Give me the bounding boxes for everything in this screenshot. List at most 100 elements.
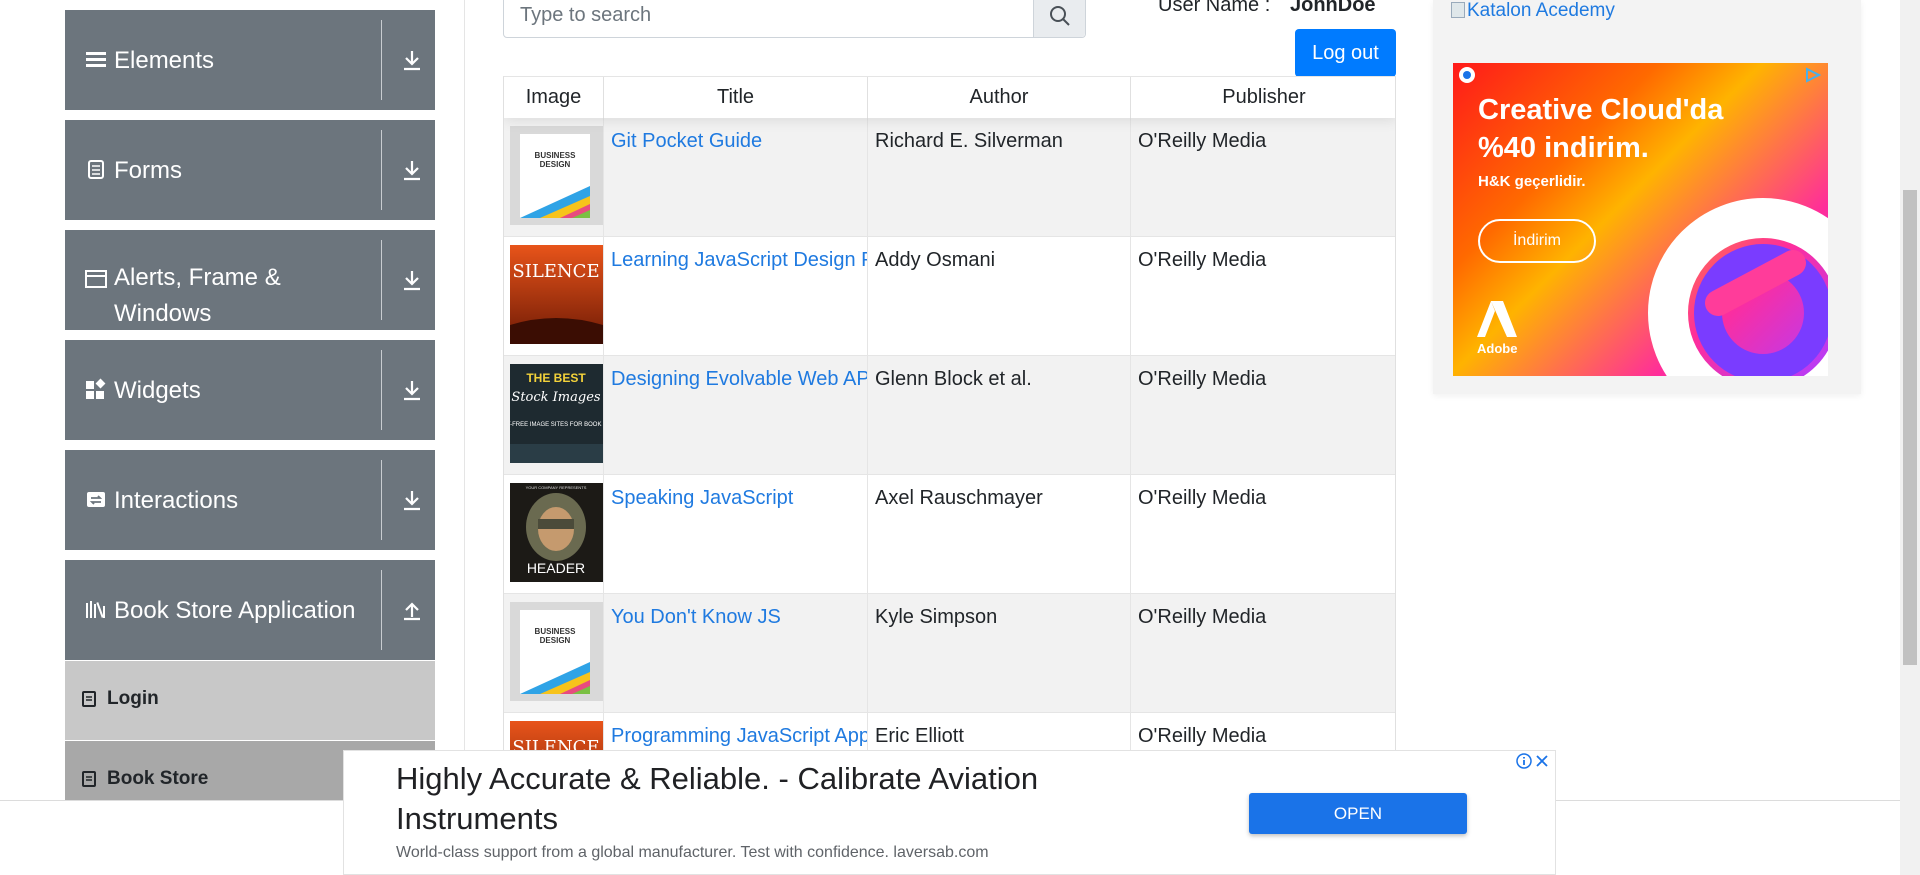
sidebar-group-label: Elements: [114, 47, 215, 74]
book-publisher: O'Reilly Media: [1138, 606, 1267, 628]
divider: [381, 350, 382, 430]
cell-image: SILENCE: [504, 237, 604, 356]
divider: [381, 460, 382, 540]
book-publisher: O'Reilly Media: [1138, 130, 1267, 152]
cell-author: Kyle Simpson: [868, 594, 1131, 713]
table-row: BUSINESS DESIGN You Don't Know JS Kyle Simp…: [504, 594, 1395, 713]
sidebar-group-label: Book Store Application: [114, 597, 356, 624]
cell-author: Richard E. Silverman: [868, 118, 1131, 237]
left-panel: Elements Forms Alerts, Frame & Windows W…: [0, 0, 465, 820]
cc-ad-brand: Adobe: [1477, 341, 1518, 356]
download-arrow-icon[interactable]: [400, 48, 424, 72]
column-header-publisher[interactable]: Publisher: [1131, 77, 1395, 118]
cell-publisher: O'Reilly Media: [1131, 475, 1395, 594]
svg-text:HEADER: HEADER: [527, 560, 585, 576]
widgets-icon: [86, 378, 106, 399]
cc-ad-discount-button[interactable]: İndirim: [1478, 219, 1596, 263]
badge-icon: [82, 691, 96, 707]
table-row: YOUR COMPANY REPRESENTS HEADER Speaking Ja…: [504, 475, 1395, 594]
cc-ad-subtitle: H&K geçerlidir.: [1478, 173, 1586, 190]
book-cover-image: BUSINESSDESIGN: [510, 126, 603, 225]
creative-cloud-logo: [1648, 198, 1828, 376]
katalon-ad-link[interactable]: Katalon Acedemy: [1451, 0, 1615, 22]
sidebar-group-book-store-application[interactable]: Book Store Application: [65, 560, 435, 660]
katalon-ad-alt-text: Katalon Acedemy: [1467, 0, 1615, 21]
logout-button[interactable]: Log out: [1295, 29, 1396, 77]
window-icon: [85, 270, 107, 288]
cell-title: Speaking JavaScript: [604, 475, 868, 594]
cell-author: Addy Osmani: [868, 237, 1131, 356]
ad-panel: Katalon Acedemy Creative Cloud'da %40 ind…: [1433, 0, 1861, 394]
bottom-ad-banner[interactable]: Highly Accurate & Reliable. - Calibrate …: [343, 750, 1556, 875]
badge-icon: [82, 771, 96, 787]
cell-publisher: O'Reilly Media: [1131, 356, 1395, 475]
download-arrow-icon[interactable]: [400, 268, 424, 292]
book-author: Richard E. Silverman: [875, 130, 1063, 152]
book-cover-image: YOUR COMPANY REPRESENTS HEADER: [510, 483, 603, 582]
cell-title: Git Pocket Guide: [604, 118, 868, 237]
column-header-title[interactable]: Title: [604, 77, 868, 118]
banner-open-button[interactable]: OPEN: [1249, 793, 1467, 834]
cell-author: Axel Rauschmayer: [868, 475, 1131, 594]
book-cover-image: SILENCE: [510, 245, 603, 344]
sidebar-group-forms[interactable]: Forms: [65, 120, 435, 220]
column-header-image[interactable]: Image: [504, 77, 604, 118]
table-row: BUSINESS DESIGN Git Pocket Guide Richard E.…: [504, 118, 1395, 237]
cell-image: BUSINESS DESIGN: [504, 594, 604, 713]
user-name-label: User Name :: [1158, 0, 1271, 16]
document-icon: [88, 160, 104, 179]
download-arrow-icon[interactable]: [400, 378, 424, 402]
search-box: [503, 0, 1086, 38]
cc-ad-title-line1: Creative Cloud'da: [1478, 94, 1724, 126]
book-publisher: O'Reilly Media: [1138, 368, 1267, 390]
ad-info-icon[interactable]: [1459, 67, 1475, 83]
sidebar-group-interactions[interactable]: Interactions: [65, 450, 435, 550]
interactions-icon: [87, 492, 105, 507]
cell-publisher: O'Reilly Media: [1131, 118, 1395, 237]
sidebar-item-label: Book Store: [107, 768, 209, 789]
divider: [381, 20, 382, 100]
book-title-link[interactable]: Designing Evolvable Web APIs with ASP.NE…: [611, 368, 867, 391]
ad-choices-icon[interactable]: [1804, 67, 1822, 83]
page-scrollbar[interactable]: [1900, 0, 1920, 875]
book-author: Eric Elliott: [875, 725, 964, 747]
cell-publisher: O'Reilly Media: [1131, 237, 1395, 356]
sidebar-group-label: Forms: [114, 157, 182, 184]
book-title-link[interactable]: Git Pocket Guide: [611, 130, 762, 153]
book-title-link[interactable]: Programming JavaScript Applications: [611, 725, 867, 748]
download-arrow-icon[interactable]: [400, 158, 424, 182]
books-icon: [86, 601, 105, 618]
svg-text:DESIGN: DESIGN: [540, 636, 571, 645]
creative-cloud-ad[interactable]: Creative Cloud'da %40 indirim. H&K geçerl…: [1453, 63, 1828, 376]
broken-image-icon: [1451, 2, 1465, 18]
download-arrow-icon[interactable]: [400, 488, 424, 512]
sidebar-group-elements[interactable]: Elements: [65, 10, 435, 110]
cell-image: THE BEST Stock Images ROYALTY-FREE IMAGE S…: [504, 356, 604, 475]
sidebar-item-login[interactable]: Login: [65, 661, 435, 740]
cell-title: Learning JavaScript Design Patterns: [604, 237, 868, 356]
user-name-value: JohnDoe: [1290, 0, 1376, 16]
info-icon[interactable]: [1516, 753, 1532, 769]
book-title-link[interactable]: You Don't Know JS: [611, 606, 781, 629]
svg-text:THE BEST: THE BEST: [526, 371, 586, 385]
close-icon[interactable]: [1534, 753, 1550, 769]
sidebar-group-widgets[interactable]: Widgets: [65, 340, 435, 440]
scrollbar-thumb[interactable]: [1903, 190, 1917, 665]
sidebar-group-alerts[interactable]: Alerts, Frame & Windows: [65, 230, 435, 330]
table-row: THE BEST Stock Images ROYALTY-FREE IMAGE S…: [504, 356, 1395, 475]
book-cover-image: THE BEST Stock Images ROYALTY-FREE IMAGE S…: [510, 364, 603, 463]
upload-arrow-icon[interactable]: [400, 598, 424, 622]
sidebar-group-label: Alerts, Frame & Windows: [114, 264, 281, 327]
cell-publisher: O'Reilly Media: [1131, 594, 1395, 713]
column-header-author[interactable]: Author: [868, 77, 1131, 118]
book-title-link[interactable]: Learning JavaScript Design Patterns: [611, 249, 867, 272]
table-header: Image Title Author Publisher: [504, 77, 1395, 118]
search-button[interactable]: [1033, 0, 1085, 37]
book-title-link[interactable]: Speaking JavaScript: [611, 487, 793, 510]
svg-text:SILENCE: SILENCE: [512, 261, 599, 282]
search-input[interactable]: [504, 0, 1034, 37]
cell-author: Glenn Block et al.: [868, 356, 1131, 475]
divider: [381, 570, 382, 650]
book-author: Addy Osmani: [875, 249, 996, 271]
cell-image: YOUR COMPANY REPRESENTS HEADER: [504, 475, 604, 594]
